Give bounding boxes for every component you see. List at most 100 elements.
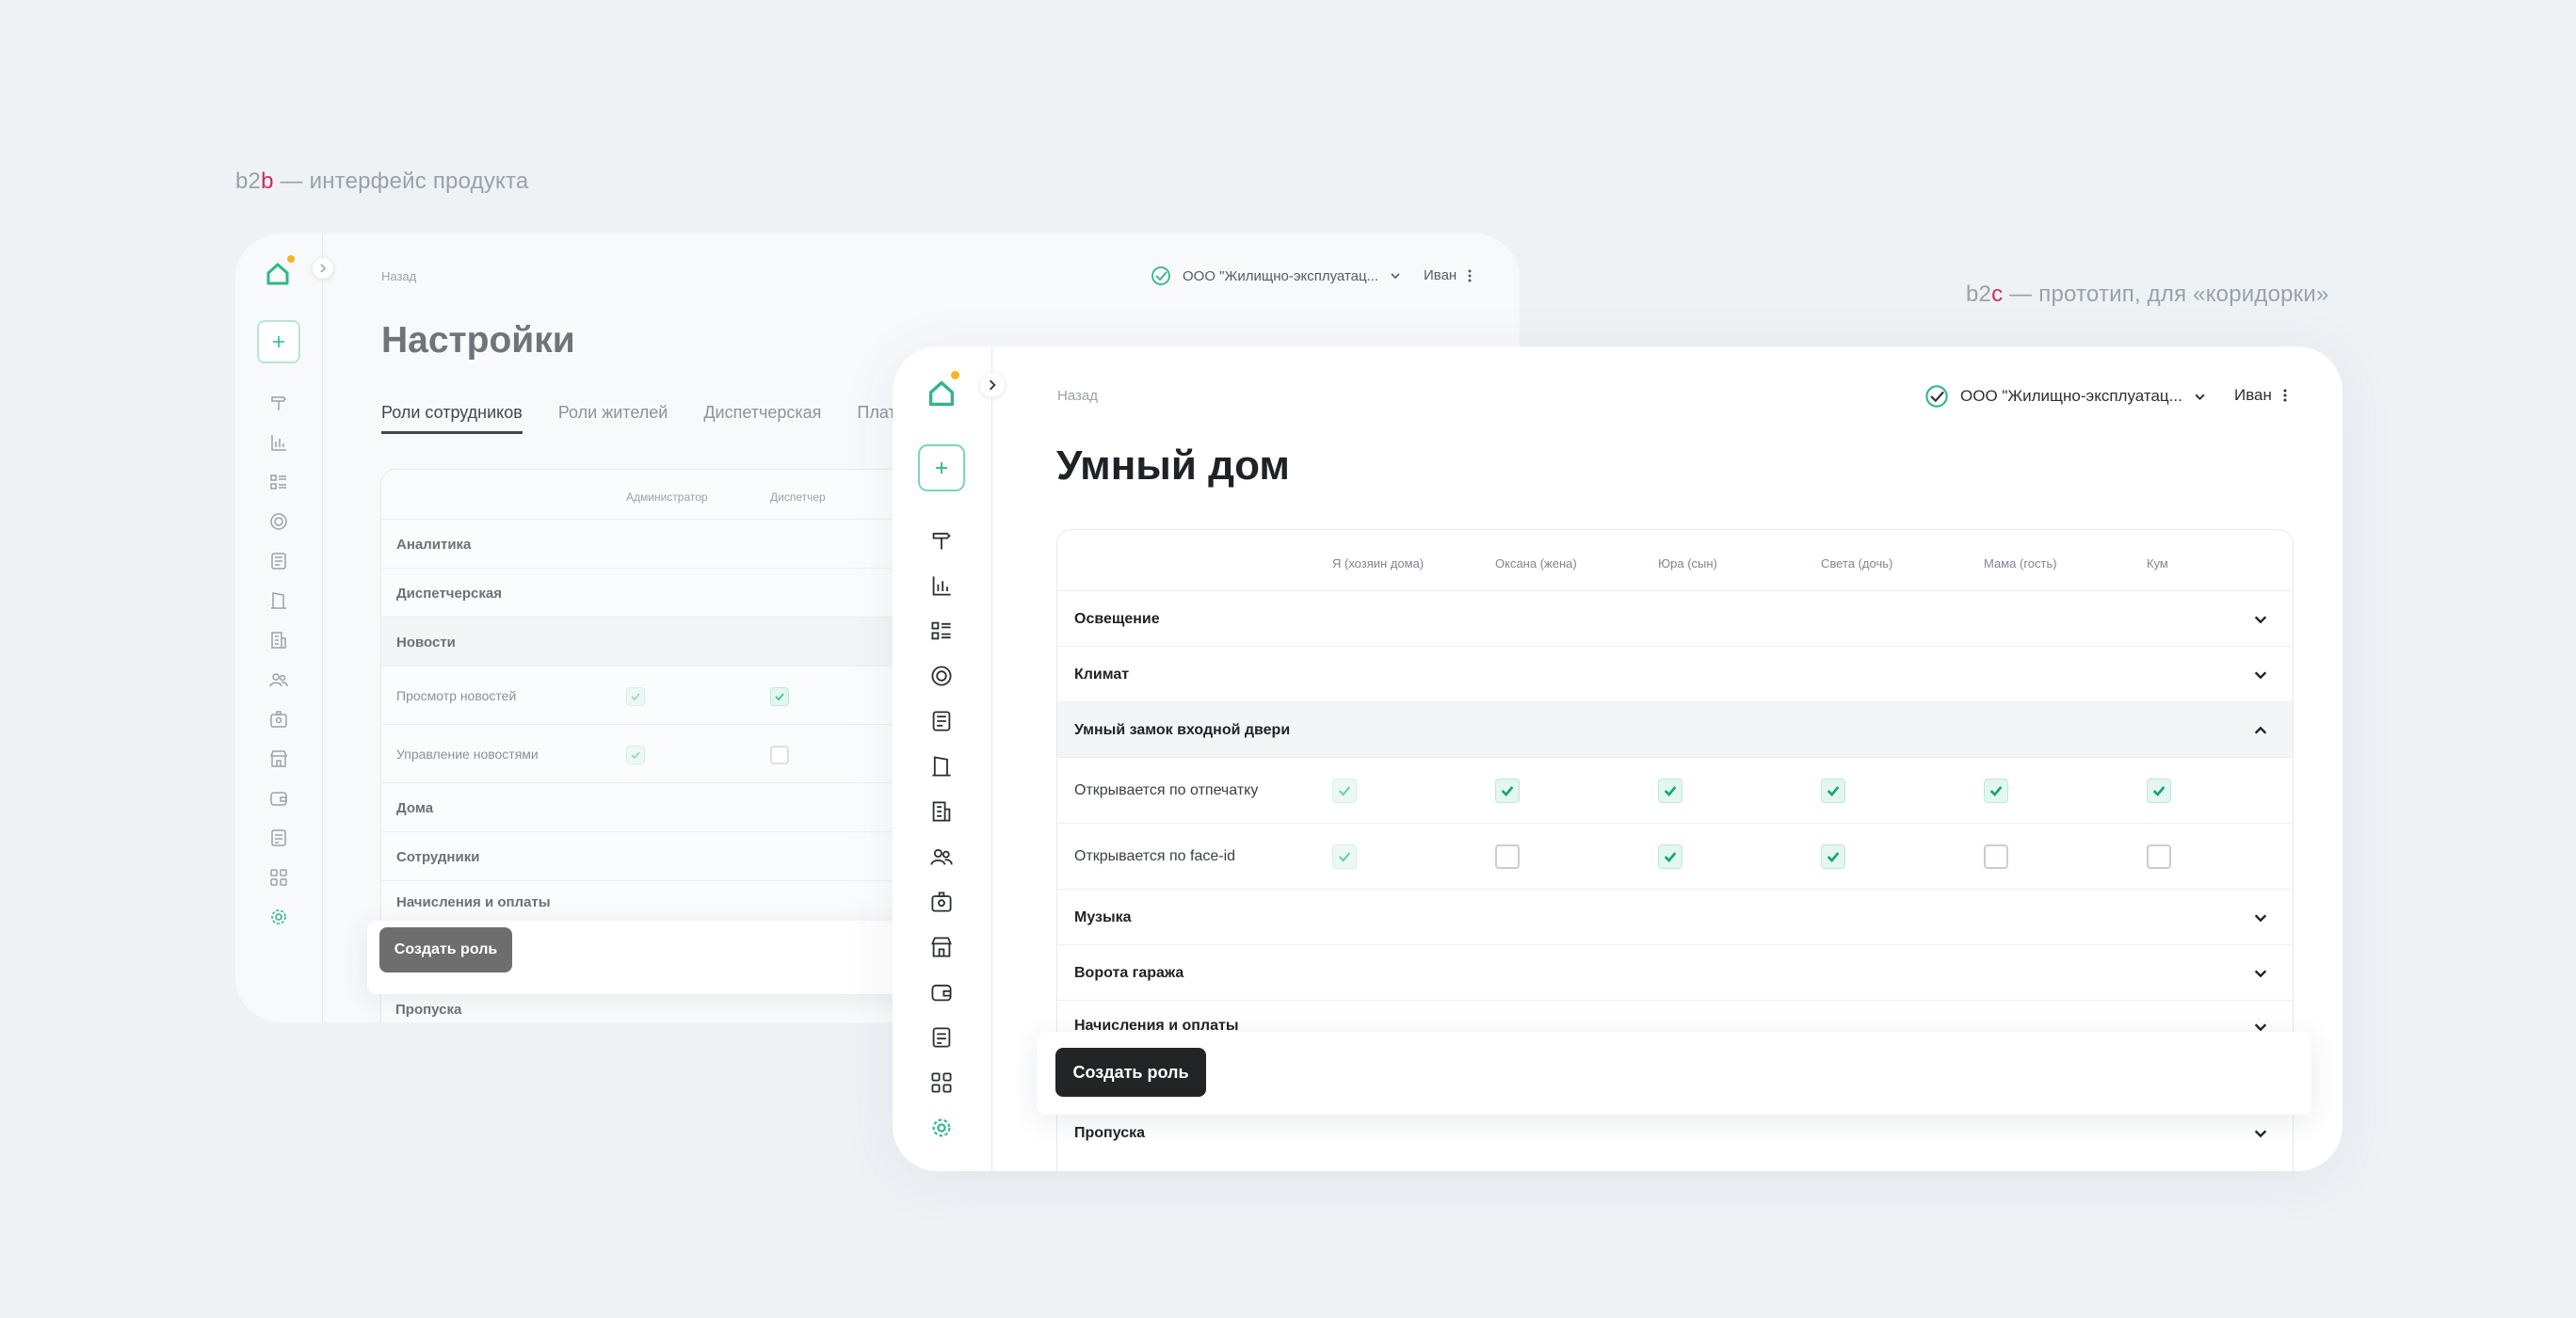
store-icon[interactable] bbox=[928, 934, 955, 960]
users-icon[interactable] bbox=[928, 844, 955, 870]
target-icon[interactable] bbox=[267, 510, 290, 533]
org-select[interactable]: ООО "Жилищно-эксплуатац... bbox=[1924, 384, 2206, 409]
kebab-icon bbox=[2283, 389, 2287, 402]
section-row-lighting[interactable]: Освещение bbox=[1057, 590, 2293, 647]
checkbox-checked[interactable] bbox=[1658, 779, 1682, 803]
section-row-music[interactable]: Музыка bbox=[1057, 889, 2293, 945]
permission-label: Просмотр новостей bbox=[396, 688, 517, 703]
apps-icon[interactable] bbox=[928, 1069, 955, 1096]
checkbox-checked[interactable] bbox=[1332, 844, 1357, 869]
tab-employee-roles[interactable]: Роли сотрудников bbox=[381, 403, 523, 434]
home-logo-icon[interactable] bbox=[262, 258, 294, 290]
section-label: Музыка bbox=[1074, 908, 1132, 925]
column-header: Света (дочь) bbox=[1821, 556, 1893, 571]
column-header: Оксана (жена) bbox=[1495, 556, 1577, 571]
pin-icon[interactable] bbox=[928, 527, 955, 554]
checkbox-checked[interactable] bbox=[1332, 779, 1357, 803]
badge-icon[interactable] bbox=[928, 889, 955, 915]
chevron-down-icon bbox=[2254, 1129, 2267, 1137]
column-header: Юра (сын) bbox=[1658, 556, 1717, 571]
wallet-icon[interactable] bbox=[928, 979, 955, 1005]
org-select[interactable]: ООО "Жилищно-эксплуатац... bbox=[1151, 265, 1401, 286]
column-header: Мама (гость) bbox=[1984, 556, 2057, 571]
page-title: Умный дом bbox=[1056, 442, 1290, 489]
checkbox-unchecked[interactable] bbox=[1984, 844, 2008, 869]
checkbox-checked[interactable] bbox=[1658, 844, 1682, 869]
section-row-garage[interactable]: Ворота гаража bbox=[1057, 944, 2293, 1001]
section-row-climate[interactable]: Климат bbox=[1057, 646, 2293, 702]
checkbox-checked[interactable] bbox=[626, 687, 645, 706]
plus-icon[interactable] bbox=[257, 320, 300, 363]
checkbox-checked[interactable] bbox=[770, 687, 789, 706]
section-row-smart-lock[interactable]: Умный замок входной двери bbox=[1057, 701, 2293, 758]
door-icon[interactable] bbox=[928, 753, 955, 780]
notification-dot bbox=[287, 255, 295, 263]
list-icon[interactable] bbox=[267, 471, 290, 493]
news-icon[interactable] bbox=[928, 708, 955, 734]
checkbox-checked[interactable] bbox=[2147, 779, 2171, 803]
tab-dispatch[interactable]: Диспетчерская bbox=[703, 403, 821, 434]
chevron-down-icon bbox=[2254, 670, 2267, 679]
building-icon[interactable] bbox=[267, 629, 290, 651]
column-header: Диспетчер bbox=[770, 490, 826, 504]
checkbox-checked[interactable] bbox=[1821, 779, 1845, 803]
users-icon[interactable] bbox=[267, 668, 290, 691]
notification-dot bbox=[951, 371, 959, 379]
chart-icon[interactable] bbox=[267, 431, 290, 454]
checkbox-checked[interactable] bbox=[626, 746, 645, 764]
checkbox-checked[interactable] bbox=[1495, 779, 1520, 803]
badge-icon[interactable] bbox=[267, 708, 290, 731]
permission-label: Управление новостями bbox=[396, 747, 539, 762]
checkbox-checked[interactable] bbox=[1984, 779, 2008, 803]
target-icon[interactable] bbox=[928, 663, 955, 689]
building-icon[interactable] bbox=[928, 798, 955, 825]
user-menu[interactable]: Иван bbox=[1424, 267, 1472, 283]
expand-sidebar-button[interactable] bbox=[313, 258, 333, 279]
create-role-button[interactable]: Создать роль bbox=[1055, 1048, 1206, 1097]
verified-icon bbox=[1925, 385, 1948, 408]
user-menu[interactable]: Иван bbox=[2234, 386, 2287, 405]
section-label: Сотрудники bbox=[396, 848, 480, 865]
section-label: Освещение bbox=[1074, 610, 1160, 627]
news-icon[interactable] bbox=[267, 550, 290, 572]
checkbox-unchecked[interactable] bbox=[770, 746, 789, 764]
chevron-down-icon bbox=[2254, 615, 2267, 623]
permission-label: Открывается по отпечатку bbox=[1074, 782, 1259, 798]
permission-label: Открывается по face-id bbox=[1074, 848, 1236, 864]
wallet-icon[interactable] bbox=[267, 787, 290, 810]
home-logo-icon[interactable] bbox=[923, 375, 960, 412]
back-link[interactable]: Назад bbox=[381, 269, 416, 283]
column-header: Кум bbox=[2147, 556, 2168, 571]
checkbox-unchecked[interactable] bbox=[2147, 844, 2171, 869]
permission-row-fingerprint: Открывается по отпечатку bbox=[1057, 757, 2293, 824]
pin-icon[interactable] bbox=[267, 392, 290, 414]
chart-icon[interactable] bbox=[928, 572, 955, 599]
b2c-action-bar bbox=[1037, 1032, 2311, 1115]
settings-icon[interactable] bbox=[267, 906, 290, 928]
checkbox-checked[interactable] bbox=[1821, 844, 1845, 869]
back-link[interactable]: Назад bbox=[1057, 388, 1098, 404]
section-label: Диспетчерская bbox=[396, 585, 502, 602]
chevron-down-icon bbox=[2254, 913, 2267, 922]
chevron-down-icon bbox=[2254, 969, 2267, 977]
create-role-button[interactable]: Создать роль bbox=[379, 927, 512, 972]
user-name: Иван bbox=[2234, 386, 2272, 404]
b2b-caption: b2b — интерфейс продукта bbox=[235, 169, 529, 194]
document-icon[interactable] bbox=[267, 827, 290, 849]
expand-sidebar-button[interactable] bbox=[980, 373, 1005, 397]
settings-icon[interactable] bbox=[928, 1115, 955, 1141]
b2c-sidebar bbox=[893, 346, 992, 1171]
apps-icon[interactable] bbox=[267, 866, 290, 889]
section-label-passes: Пропуска bbox=[395, 1002, 462, 1018]
plus-icon[interactable] bbox=[918, 444, 965, 491]
section-label: Начисления и оплаты bbox=[396, 894, 551, 910]
document-icon[interactable] bbox=[928, 1024, 955, 1051]
section-label: Ворота гаража bbox=[1074, 964, 1184, 981]
list-icon[interactable] bbox=[928, 618, 955, 644]
tab-resident-roles[interactable]: Роли жителей bbox=[558, 403, 668, 434]
door-icon[interactable] bbox=[267, 589, 290, 612]
section-label: Дома bbox=[396, 799, 434, 816]
chevron-down-icon bbox=[2195, 394, 2205, 400]
store-icon[interactable] bbox=[267, 747, 290, 770]
checkbox-unchecked[interactable] bbox=[1495, 844, 1520, 869]
